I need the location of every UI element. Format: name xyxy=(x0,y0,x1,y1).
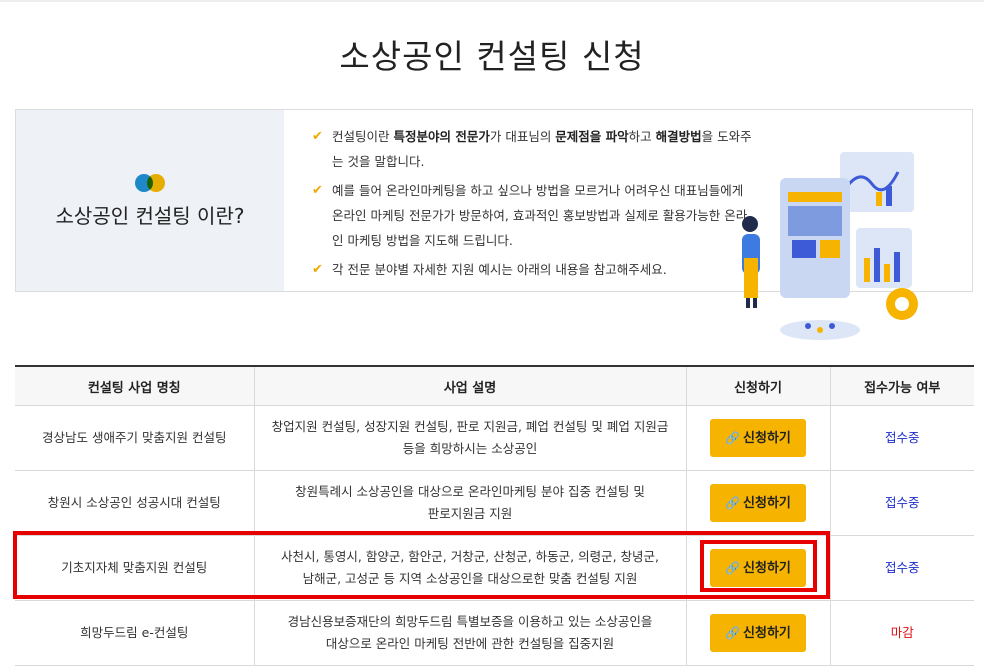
link-icon: 🔗 xyxy=(725,561,741,575)
check-icon: ✔ xyxy=(312,129,323,144)
apply-cell: 🔗 신청하기 xyxy=(686,535,831,601)
status-badge: 접수중 xyxy=(884,430,920,445)
program-name: 기초지자체 맞춤지원 컨설팅 xyxy=(15,535,255,601)
intro-bullet: ✔ 각 전문 분야별 자세한 지원 예시는 아래의 내용을 참고해주세요. xyxy=(312,257,752,282)
link-icon: 🔗 xyxy=(725,431,741,445)
program-name: 경상남도 생애주기 맞춤지원 컨설팅 xyxy=(15,405,255,471)
status-badge: 마감 xyxy=(890,625,914,640)
program-description: 경남신용보증재단의 희망두드림 특별보증을 이용하고 있는 소상공인을 대상으로 … xyxy=(254,600,687,666)
status-cell: 접수중 xyxy=(830,535,974,601)
link-icon: 🔗 xyxy=(725,626,741,640)
consulting-table: 컨설팅 사업 명칭 사업 설명 신청하기 접수가능 여부 경상남도 생애주기 맞… xyxy=(15,365,974,666)
table-header-row: 컨설팅 사업 명칭 사업 설명 신청하기 접수가능 여부 xyxy=(15,365,974,406)
marketing-illustration xyxy=(742,152,918,340)
program-description: 창업지원 컨설팅, 성장지원 컨설팅, 판로 지원금, 폐업 컨설팅 및 폐업 … xyxy=(254,405,687,471)
check-icon: ✔ xyxy=(312,262,323,277)
two-dots-logo-icon xyxy=(135,174,171,192)
column-header-status: 접수가능 여부 xyxy=(830,365,974,406)
apply-cell: 🔗 신청하기 xyxy=(686,600,831,666)
intro-bullets: ✔ 컨설팅이란 특정분야의 전문가가 대표님의 문제점을 파악하고 해결방법을 … xyxy=(312,124,752,286)
column-header-apply: 신청하기 xyxy=(686,365,831,406)
intro-bullet: ✔ 컨설팅이란 특정분야의 전문가가 대표님의 문제점을 파악하고 해결방법을 … xyxy=(312,124,752,174)
link-icon: 🔗 xyxy=(725,496,741,510)
apply-button[interactable]: 🔗 신청하기 xyxy=(710,549,806,587)
table-row: 희망두드림 e-컨설팅 경남신용보증재단의 희망두드림 특별보증을 이용하고 있… xyxy=(15,600,974,666)
column-header-name: 컨설팅 사업 명칭 xyxy=(15,365,255,406)
status-cell: 접수중 xyxy=(830,470,974,536)
apply-cell: 🔗 신청하기 xyxy=(686,405,831,471)
status-badge: 접수중 xyxy=(884,560,920,575)
check-icon: ✔ xyxy=(312,183,323,198)
program-description: 사천시, 통영시, 함양군, 함안군, 거창군, 산청군, 하동군, 의령군, … xyxy=(254,535,687,601)
apply-button[interactable]: 🔗 신청하기 xyxy=(710,614,806,652)
status-badge: 접수중 xyxy=(884,495,920,510)
apply-button[interactable]: 🔗 신청하기 xyxy=(710,419,806,457)
column-header-description: 사업 설명 xyxy=(254,365,687,406)
table-row: 경상남도 생애주기 맞춤지원 컨설팅 창업지원 컨설팅, 성장지원 컨설팅, 판… xyxy=(15,405,974,471)
status-cell: 접수중 xyxy=(830,405,974,471)
top-divider xyxy=(0,0,984,2)
table-row: 기초지자체 맞춤지원 컨설팅 사천시, 통영시, 함양군, 함안군, 거창군, … xyxy=(15,535,974,601)
program-name: 희망두드림 e-컨설팅 xyxy=(15,600,255,666)
intro-left-panel: 소상공인 컨설팅 이란? xyxy=(16,110,284,291)
program-name: 창원시 소상공인 성공시대 컨설팅 xyxy=(15,470,255,536)
table-row: 창원시 소상공인 성공시대 컨설팅 창원특례시 소상공인을 대상으로 온라인마케… xyxy=(15,470,974,536)
apply-button[interactable]: 🔗 신청하기 xyxy=(710,484,806,522)
page-title: 소상공인 컨설팅 신청 xyxy=(339,37,645,76)
apply-cell: 🔗 신청하기 xyxy=(686,470,831,536)
status-cell: 마감 xyxy=(830,600,974,666)
program-description: 창원특례시 소상공인을 대상으로 온라인마케팅 분야 집중 컨설팅 및 판로지원금… xyxy=(254,470,687,536)
intro-heading: 소상공인 컨설팅 이란? xyxy=(55,204,245,228)
intro-bullet: ✔ 예를 들어 온라인마케팅을 하고 싶으나 방법을 모르거나 어려우신 대표님… xyxy=(312,178,752,253)
